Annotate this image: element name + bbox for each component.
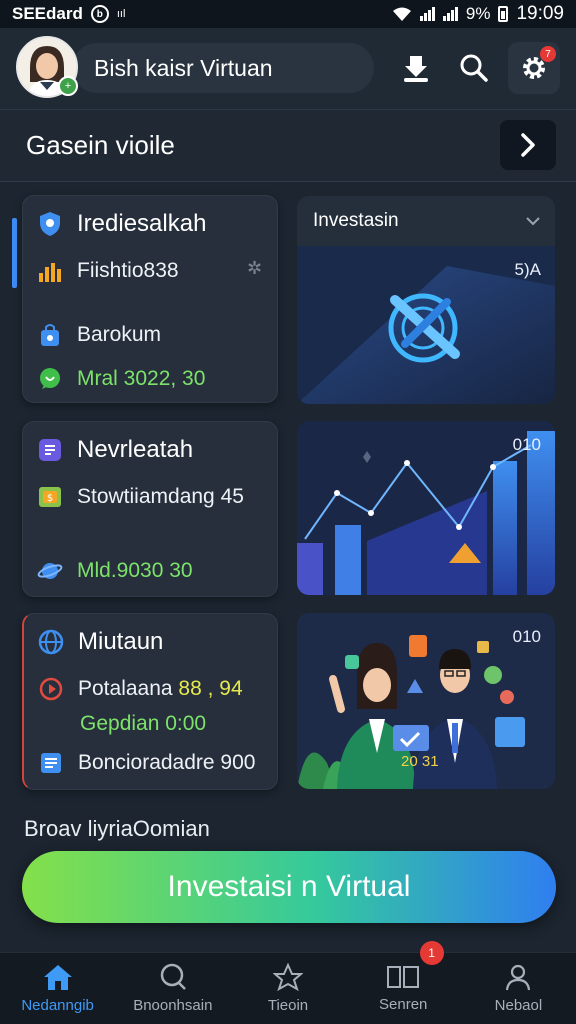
- advisors-panel[interactable]: 010 20 31: [297, 613, 555, 789]
- footer-section-label: Broav liyriaOomian: [24, 816, 210, 841]
- card-row-text: Boncioradadre 900: [78, 751, 256, 774]
- status-bar: SEEdard b ııl 9% 19:09: [0, 0, 576, 28]
- nav-label: Nedanngib: [21, 997, 94, 1014]
- columns-icon: [387, 966, 420, 988]
- status-left-text: SEEdard: [12, 4, 83, 23]
- signal-icon: [419, 7, 435, 21]
- planet-icon: [37, 558, 63, 584]
- card-title: Irediesalkah: [77, 210, 207, 237]
- bag-icon: [37, 322, 63, 348]
- chevron-right-icon: [521, 133, 535, 157]
- active-card-indicator: [12, 218, 17, 288]
- nav-label: Bnoonhsain: [133, 997, 213, 1014]
- battery-percent: 9%: [465, 4, 491, 23]
- card-highlight-value: 88 , 94: [178, 677, 243, 700]
- document-icon: [38, 750, 64, 776]
- section-title: Gasein vioile: [26, 130, 175, 160]
- wifi-icon: [392, 7, 411, 21]
- star-icon: [273, 963, 303, 991]
- panel-dropdown[interactable]: Investasin: [297, 196, 555, 246]
- package-icon: [37, 437, 63, 463]
- card-row-text: Stowtiiamdang 45: [77, 485, 244, 508]
- bar-chart-icon: [37, 258, 63, 284]
- globe-icon: [38, 629, 64, 655]
- cta-label: Investaisi n Virtual: [167, 870, 411, 903]
- card-value: Mral 3022, 30: [77, 367, 206, 390]
- bottom-navigation: Nedanngib Bnoonhsain Tieoin 1 Senren Neb…: [0, 941, 576, 1024]
- card-value: Mld.9030 30: [77, 559, 193, 582]
- summary-card-3[interactable]: Miutaun Potalaana 88 , 94 Gepdian 0:00 B…: [22, 613, 278, 790]
- status-app-icon: b: [90, 5, 109, 23]
- download-icon: [404, 56, 428, 82]
- battery-icon: [498, 6, 509, 22]
- user-name-pill[interactable]: Bish kaisr Virtuan: [72, 43, 374, 93]
- card-value: Gepdian 0:00: [80, 712, 207, 735]
- search-icon: [460, 54, 488, 82]
- card-row-text: Barokum: [77, 323, 162, 346]
- card-title: Miutaun: [78, 628, 164, 655]
- nav-item-profile[interactable]: Nebaol: [461, 953, 576, 1024]
- summary-card-1[interactable]: Irediesalkah Fiishtio838 ✲ Barokum Mral …: [22, 195, 278, 403]
- nav-notification-badge: 1: [419, 941, 444, 965]
- shield-icon: [37, 211, 63, 237]
- chat-icon: [37, 366, 63, 392]
- sparkle-icon: ✲: [247, 258, 263, 278]
- growth-chart-panel[interactable]: 010: [297, 421, 555, 595]
- investment-panel[interactable]: Investasin 5)A: [297, 196, 555, 404]
- section-header: Gasein vioile: [0, 110, 576, 182]
- summary-card-2[interactable]: Nevrleatah $ Stowtiiamdang 45 Mld.9030 3…: [22, 421, 278, 597]
- settings-notification-badge: 7: [540, 46, 556, 62]
- avatar-status-badge: +: [58, 76, 78, 96]
- search-button[interactable]: [448, 42, 500, 94]
- card-row-text: Potalaana 88 , 94: [78, 677, 243, 700]
- virtual-investment-button[interactable]: Investaisi n Virtual: [22, 851, 556, 923]
- play-circle-icon: [38, 676, 64, 702]
- nav-item-search[interactable]: Bnoonhsain: [115, 953, 230, 1024]
- nav-label: Senren: [379, 996, 428, 1013]
- status-extra: ııl: [116, 8, 126, 20]
- section-next-button[interactable]: [500, 120, 556, 170]
- search-icon: [160, 963, 186, 990]
- card-row-text: Fiishtio838: [77, 259, 179, 282]
- settings-button[interactable]: 7: [508, 42, 560, 94]
- user-icon: [506, 964, 531, 991]
- panel-caption: 20 31: [401, 753, 439, 770]
- download-button[interactable]: [390, 42, 442, 94]
- nav-label: Tieoin: [267, 997, 309, 1014]
- svg-text:$: $: [47, 493, 53, 504]
- status-time: 19:09: [516, 3, 564, 24]
- signal-icon-2: [442, 7, 458, 21]
- nav-item-home[interactable]: Nedanngib: [0, 953, 115, 1024]
- card-title: Nevrleatah: [77, 436, 194, 463]
- app-header: Bish kaisr Virtuan + 7: [0, 28, 576, 110]
- dollar-card-icon: $: [37, 484, 63, 510]
- nav-item-favorites[interactable]: Tieoin: [230, 953, 345, 1024]
- panel-dropdown-label: Investasin: [313, 210, 399, 231]
- panel-label: 010: [512, 627, 541, 646]
- user-name: Bish kaisr Virtuan: [94, 54, 273, 81]
- nav-label: Nebaol: [494, 997, 543, 1014]
- panel-label: 5)A: [514, 260, 541, 279]
- chevron-down-icon: [526, 217, 540, 226]
- panel-label: 010: [512, 435, 541, 454]
- home-icon: [43, 965, 72, 990]
- nav-item-portfolio[interactable]: 1 Senren: [346, 941, 461, 1024]
